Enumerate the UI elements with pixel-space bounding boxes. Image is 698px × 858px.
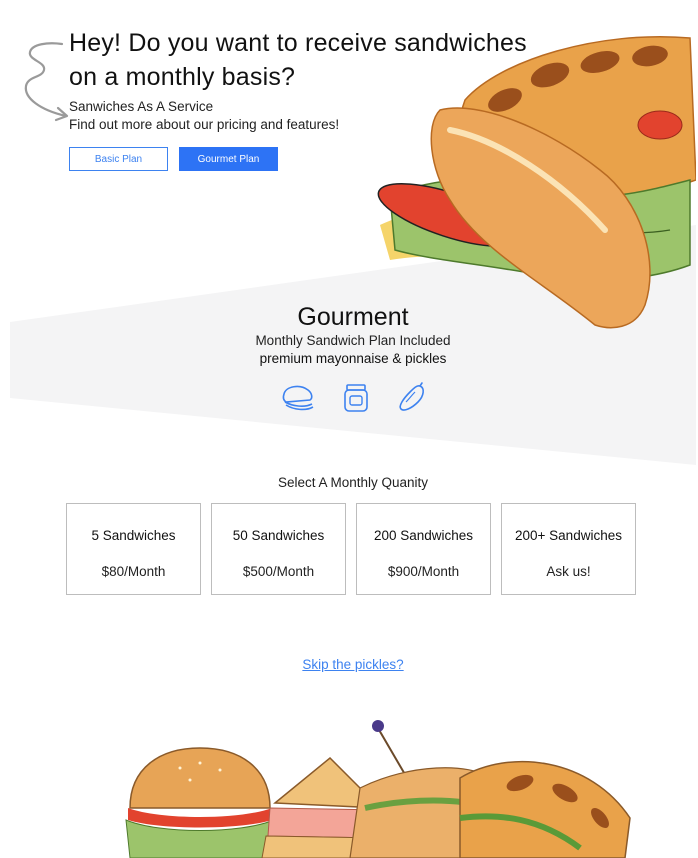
quantity-option-200[interactable]: 200 Sandwiches $900/Month [356,503,491,595]
quantity-option-200-plus[interactable]: 200+ Sandwiches Ask us! [501,503,636,595]
hero-tagline: Find out more about our pricing and feat… [69,117,340,132]
pickle-icon [399,382,424,411]
page: Hey! Do you want to receive sandwiches o… [10,0,696,858]
basic-plan-button[interactable]: Basic Plan [69,147,168,171]
option-price: $80/Month [101,564,166,579]
option-price: $500/Month [242,564,315,579]
quantity-option-50[interactable]: 50 Sandwiches $500/Month [211,503,346,595]
plan-subtitle: Monthly Sandwich Plan Included [255,333,451,348]
hand-drawn-arrow-icon [24,42,69,122]
jar-icon [344,384,368,412]
option-name: 200+ Sandwiches [515,528,622,543]
feature-icons [280,380,430,416]
plan-title: Gourment [297,303,409,331]
skip-pickles-link[interactable]: Skip the pickles? [302,657,403,672]
option-price: Ask us! [546,564,591,579]
gourmet-plan-button[interactable]: Gourmet Plan [179,147,278,171]
quantity-option-5[interactable]: 5 Sandwiches $80/Month [66,503,201,595]
sub-sandwich-illustration [377,35,696,329]
skip-pickles: Skip the pickles? [10,657,696,672]
option-price: $900/Month [387,564,460,579]
option-name: 5 Sandwiches [91,528,176,543]
plan-extras: premium mayonnaise & pickles [259,351,447,366]
quantity-title: Select A Monthly Quanity [277,475,429,490]
hero-subtitle: Sanwiches As A Service [69,99,214,114]
food-illustration [125,720,631,858]
option-name: 50 Sandwiches [232,528,325,543]
sandwich-icon [282,385,314,411]
option-name: 200 Sandwiches [373,528,474,543]
